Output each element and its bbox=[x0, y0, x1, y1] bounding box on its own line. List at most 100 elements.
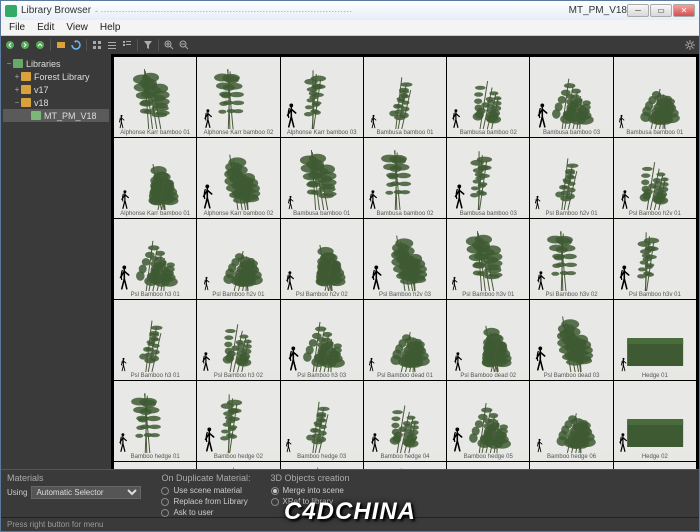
objects-header: 3D Objects creation bbox=[271, 473, 350, 483]
tree-item[interactable]: +v17 bbox=[3, 83, 109, 96]
maximize-button[interactable]: ▭ bbox=[650, 4, 672, 17]
thumbnail-caption: Bambusa bamboo 03 bbox=[447, 210, 529, 218]
radio-merge[interactable] bbox=[271, 487, 279, 495]
thumbnail-caption: Bamboo hedge 01 bbox=[114, 453, 196, 461]
thumbnail-item[interactable]: Psl Bamboo h2v 03 bbox=[364, 219, 446, 299]
thumbnail-caption: Psl Bamboo h2v 01 bbox=[197, 291, 279, 299]
radio-replace[interactable] bbox=[161, 498, 169, 506]
thumbnail-item[interactable]: Bamboo hedge 03 bbox=[281, 381, 363, 461]
thumbnail-item[interactable]: Psl Bamboo h3 02 bbox=[197, 300, 279, 380]
thumbnail-item[interactable]: Bamboo hedge 06 bbox=[530, 381, 612, 461]
thumbnail-item[interactable]: Alphonse Karr bamboo 03 bbox=[281, 57, 363, 137]
menu-help[interactable]: Help bbox=[94, 22, 127, 33]
thumbnail-item[interactable]: Bamboo hedge 02 bbox=[197, 381, 279, 461]
thumbnail-grid: Alphonse Karr bamboo 01 Alphonse Karr ba… bbox=[111, 54, 699, 469]
thumbnail-item[interactable] bbox=[614, 462, 696, 469]
thumbnail-item[interactable]: Psl Bamboo h2v 01 bbox=[614, 138, 696, 218]
tree-item[interactable]: +Forest Library bbox=[3, 70, 109, 83]
menu-file[interactable]: File bbox=[3, 22, 31, 33]
thumbnail-item[interactable]: Psl Bamboo h3v 01 bbox=[614, 219, 696, 299]
minimize-button[interactable]: ─ bbox=[627, 4, 649, 17]
nav-up-icon[interactable] bbox=[33, 38, 47, 52]
thumbnail-caption: Psl Bamboo h3 02 bbox=[197, 372, 279, 380]
thumbnail-caption: Psl Bamboo h2v 03 bbox=[364, 291, 446, 299]
app-title: Library Browser bbox=[21, 5, 91, 16]
thumbnail-item[interactable] bbox=[530, 462, 612, 469]
thumbnail-item[interactable]: Psl Bamboo dead 02 bbox=[447, 300, 529, 380]
nav-forward-icon[interactable] bbox=[18, 38, 32, 52]
thumbnail-caption: Alphonse Karr bamboo 02 bbox=[197, 129, 279, 137]
view-list-icon[interactable] bbox=[105, 38, 119, 52]
thumbnail-item[interactable]: Bambusa bamboo 01 bbox=[364, 57, 446, 137]
refresh-icon[interactable] bbox=[69, 38, 83, 52]
thumbnail-caption: Bamboo hedge 02 bbox=[197, 453, 279, 461]
thumbnail-item[interactable]: Psl Bamboo dead 01 bbox=[364, 300, 446, 380]
radio-use-scene[interactable] bbox=[161, 487, 169, 495]
library-tree: −Libraries +Forest Library +v17 −v18 MT_… bbox=[1, 54, 111, 469]
thumbnail-item[interactable]: Psl Bamboo h3 01 bbox=[114, 300, 196, 380]
thumbnail-item[interactable]: Hedge 01 bbox=[614, 300, 696, 380]
thumbnail-caption: Hedge 01 bbox=[614, 372, 696, 380]
thumbnail-item[interactable]: Hedge 02 bbox=[614, 381, 696, 461]
thumbnail-item[interactable]: Psl Bamboo h2v 02 bbox=[281, 219, 363, 299]
thumbnail-item[interactable]: Bambusa bamboo 02 bbox=[447, 57, 529, 137]
thumbnail-item[interactable]: Alphonse Karr bamboo 01 bbox=[114, 57, 196, 137]
tree-item-selected[interactable]: MT_PM_V18 bbox=[3, 109, 109, 122]
thumbnail-caption: Psl Bamboo h3v 02 bbox=[530, 291, 612, 299]
thumbnail-item[interactable]: Bambusa bamboo 02 bbox=[364, 138, 446, 218]
thumbnail-item[interactable]: Alphonse Karr bamboo 01 bbox=[114, 138, 196, 218]
zoom-in-icon[interactable] bbox=[162, 38, 176, 52]
tree-item[interactable]: −v18 bbox=[3, 96, 109, 109]
thumbnail-caption: Psl Bamboo h2v 01 bbox=[614, 210, 696, 218]
thumbnail-item[interactable]: Psl Bamboo h3 01 bbox=[114, 219, 196, 299]
thumbnail-item[interactable]: Bambusa bamboo 03 bbox=[530, 57, 612, 137]
thumbnail-item[interactable] bbox=[197, 462, 279, 469]
bottom-panel: Materials Using Automatic Selector On Du… bbox=[1, 469, 699, 517]
thumbnail-item[interactable]: Alphonse Karr bamboo 02 bbox=[197, 57, 279, 137]
thumbnail-item[interactable]: Psl Bamboo h3v 01 bbox=[447, 219, 529, 299]
thumbnail-item[interactable]: Bamboo hedge 05 bbox=[447, 381, 529, 461]
menu-edit[interactable]: Edit bbox=[31, 22, 60, 33]
view-thumbnails-icon[interactable] bbox=[90, 38, 104, 52]
thumbnail-item[interactable]: Psl Bamboo h2v 01 bbox=[197, 219, 279, 299]
app-window: Library Browser - ······················… bbox=[0, 0, 700, 532]
zoom-out-icon[interactable] bbox=[177, 38, 191, 52]
thumbnail-item[interactable] bbox=[447, 462, 529, 469]
materials-header: Materials bbox=[7, 473, 141, 483]
thumbnail-caption: Bambusa bamboo 03 bbox=[530, 129, 612, 137]
thumbnail-item[interactable]: Psl Bamboo h3 03 bbox=[281, 300, 363, 380]
thumbnail-item[interactable]: Psl Bamboo h2v 01 bbox=[530, 138, 612, 218]
thumbnail-caption: Alphonse Karr bamboo 01 bbox=[114, 210, 196, 218]
thumbnail-item[interactable] bbox=[114, 462, 196, 469]
toolbar bbox=[1, 36, 699, 54]
thumbnail-item[interactable]: Bambusa bamboo 03 bbox=[447, 138, 529, 218]
thumbnail-caption: Bambusa bamboo 01 bbox=[364, 129, 446, 137]
thumbnail-item[interactable]: Bambusa bamboo 01 bbox=[614, 57, 696, 137]
thumbnail-caption: Hedge 02 bbox=[614, 453, 696, 461]
settings-icon[interactable] bbox=[683, 38, 697, 52]
app-icon bbox=[5, 5, 17, 17]
radio-ask[interactable] bbox=[161, 509, 169, 517]
thumbnail-item[interactable] bbox=[364, 462, 446, 469]
thumbnail-caption: Bamboo hedge 04 bbox=[364, 453, 446, 461]
tree-root[interactable]: −Libraries bbox=[3, 57, 109, 70]
thumbnail-caption: Bamboo hedge 03 bbox=[281, 453, 363, 461]
close-button[interactable]: ✕ bbox=[673, 4, 695, 17]
thumbnail-item[interactable]: Bamboo hedge 04 bbox=[364, 381, 446, 461]
thumbnail-item[interactable] bbox=[281, 462, 363, 469]
view-detail-icon[interactable] bbox=[120, 38, 134, 52]
thumbnail-caption: Bamboo hedge 05 bbox=[447, 453, 529, 461]
using-select[interactable]: Automatic Selector bbox=[31, 486, 141, 499]
thumbnail-item[interactable]: Alphonse Karr bamboo 02 bbox=[197, 138, 279, 218]
title-path: - ······································… bbox=[95, 6, 569, 16]
thumbnail-item[interactable]: Bamboo hedge 01 bbox=[114, 381, 196, 461]
nav-back-icon[interactable] bbox=[3, 38, 17, 52]
thumbnail-item[interactable]: Bambusa bamboo 01 bbox=[281, 138, 363, 218]
new-library-icon[interactable] bbox=[54, 38, 68, 52]
thumbnail-item[interactable]: Psl Bamboo dead 03 bbox=[530, 300, 612, 380]
menubar: File Edit View Help bbox=[1, 20, 699, 36]
filter-icon[interactable] bbox=[141, 38, 155, 52]
thumbnail-item[interactable]: Psl Bamboo h3v 02 bbox=[530, 219, 612, 299]
menu-view[interactable]: View bbox=[60, 22, 94, 33]
radio-xref[interactable] bbox=[271, 498, 279, 506]
